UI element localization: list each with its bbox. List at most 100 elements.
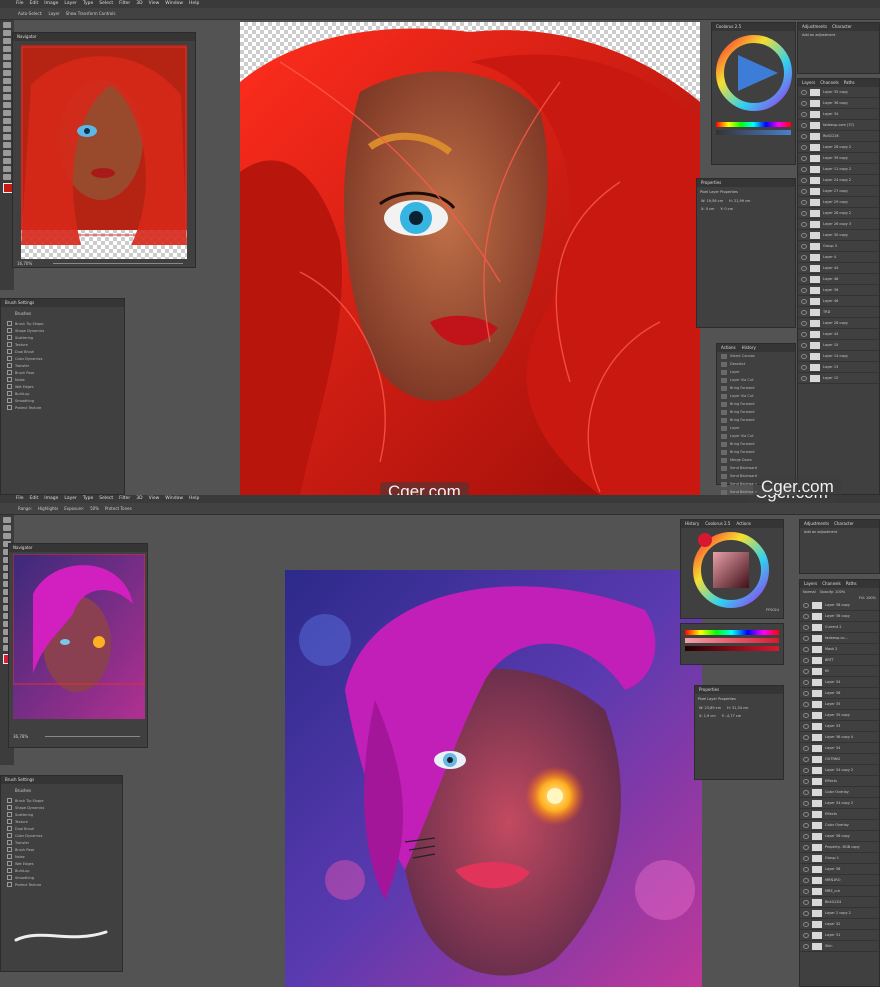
menu-layer-b[interactable]: Layer bbox=[64, 495, 77, 503]
brush-option[interactable]: Noise bbox=[1, 853, 122, 860]
brush-option-checkbox[interactable] bbox=[7, 377, 12, 382]
visibility-eye-icon[interactable] bbox=[801, 177, 807, 183]
history-state[interactable]: Layer Via Cut bbox=[717, 376, 795, 384]
brush-option-checkbox[interactable] bbox=[7, 363, 12, 368]
brush-option[interactable]: Brush Tip Shape bbox=[1, 797, 122, 804]
brush-option-checkbox[interactable] bbox=[7, 833, 12, 838]
layer-row[interactable]: Layer 36 copy bbox=[800, 831, 879, 842]
lasso-tool-icon-b[interactable] bbox=[3, 533, 11, 539]
visibility-eye-icon[interactable] bbox=[803, 712, 809, 718]
menu-layer[interactable]: Layer bbox=[64, 0, 77, 8]
layer-row[interactable]: Rb0222K bbox=[798, 131, 879, 142]
properties-w[interactable]: W: 19,56 cm bbox=[701, 199, 723, 203]
layer-row[interactable]: Layer 12 bbox=[798, 373, 879, 384]
menu-image[interactable]: Image bbox=[44, 0, 58, 8]
visibility-eye-icon[interactable] bbox=[803, 866, 809, 872]
history-state[interactable]: Bring Forward bbox=[717, 416, 795, 424]
brush-tool-icon[interactable] bbox=[3, 78, 11, 84]
brush-option-checkbox[interactable] bbox=[7, 840, 12, 845]
brush-option[interactable]: Build-up bbox=[1, 390, 124, 397]
layers-tab[interactable]: Layers bbox=[802, 79, 815, 87]
menu-window[interactable]: Window bbox=[165, 0, 183, 8]
layer-row[interactable]: Layer 15 bbox=[798, 340, 879, 351]
visibility-eye-icon[interactable] bbox=[803, 811, 809, 817]
color-wheel-icon[interactable] bbox=[714, 33, 794, 113]
brush-option-checkbox[interactable] bbox=[7, 349, 12, 354]
history-state[interactable]: Deselect bbox=[717, 360, 795, 368]
adjustments-tab[interactable]: Adjustments bbox=[802, 23, 827, 31]
layer-row[interactable]: Color Overlay bbox=[800, 787, 879, 798]
layer-row[interactable]: Layer 11 copy 2 bbox=[798, 164, 879, 175]
properties-y[interactable]: Y: 0 cm bbox=[720, 207, 733, 211]
visibility-eye-icon[interactable] bbox=[803, 833, 809, 839]
layer-row[interactable]: Layer 28 copy 2 bbox=[798, 142, 879, 153]
brush-option-checkbox[interactable] bbox=[7, 812, 12, 817]
visibility-eye-icon[interactable] bbox=[803, 679, 809, 685]
brush-option-checkbox[interactable] bbox=[7, 398, 12, 403]
history-state[interactable]: Layer bbox=[717, 368, 795, 376]
layer-row[interactable]: Layer 36 copy bbox=[800, 611, 879, 622]
history-state[interactable]: Layer bbox=[717, 424, 795, 432]
coolorus-tab-b[interactable]: Coolorus 2.5 bbox=[705, 520, 730, 528]
menu-type-b[interactable]: Type bbox=[83, 495, 93, 503]
visibility-eye-icon[interactable] bbox=[801, 287, 807, 293]
layer-row[interactable]: Layer 36 bbox=[800, 864, 879, 875]
brush-option-checkbox[interactable] bbox=[7, 342, 12, 347]
brush-option-checkbox[interactable] bbox=[7, 328, 12, 333]
layer-row[interactable]: Effects bbox=[800, 809, 879, 820]
history-state[interactable]: Bring Forward bbox=[717, 408, 795, 416]
menu-filter-b[interactable]: Filter bbox=[119, 495, 130, 503]
visibility-eye-icon[interactable] bbox=[801, 89, 807, 95]
layer-row[interactable]: Layer 34 copy 2 bbox=[800, 765, 879, 776]
layer-row[interactable]: fadeeup.co... bbox=[800, 633, 879, 644]
visibility-eye-icon[interactable] bbox=[801, 276, 807, 282]
layer-row[interactable]: Bk4G2Z4 bbox=[800, 897, 879, 908]
brush-option[interactable]: Build-up bbox=[1, 867, 122, 874]
layer-row[interactable]: Layer 33 bbox=[800, 721, 879, 732]
actions-tab-b[interactable]: Actions bbox=[736, 520, 751, 528]
visibility-eye-icon[interactable] bbox=[803, 921, 809, 927]
hue-slider[interactable] bbox=[716, 122, 791, 127]
adjustments-tab-b[interactable]: Adjustments bbox=[804, 520, 829, 528]
history-state[interactable]: Send Backward bbox=[717, 464, 795, 472]
navigator-zoom-b[interactable]: 36,78% bbox=[13, 734, 28, 739]
character-tab[interactable]: Character bbox=[832, 23, 852, 31]
layer-row[interactable]: MRN1RO bbox=[800, 875, 879, 886]
visibility-eye-icon[interactable] bbox=[801, 331, 807, 337]
value-slider-b[interactable] bbox=[685, 646, 779, 651]
channels-tab[interactable]: Channels bbox=[820, 79, 839, 87]
brush-option[interactable]: Transfer bbox=[1, 839, 122, 846]
visibility-eye-icon[interactable] bbox=[801, 243, 807, 249]
brush-option[interactable]: Shape Dynamics bbox=[1, 327, 124, 334]
menu-image-b[interactable]: Image bbox=[44, 495, 58, 503]
menu-type[interactable]: Type bbox=[83, 0, 93, 8]
properties-x[interactable]: X: 0 cm bbox=[701, 207, 714, 211]
type-tool-icon[interactable] bbox=[3, 142, 11, 148]
visibility-eye-icon[interactable] bbox=[803, 602, 809, 608]
properties-w-b[interactable]: W: 23,89 cm bbox=[699, 706, 721, 710]
marquee-tool-icon[interactable] bbox=[3, 30, 11, 36]
brushes-button-b[interactable]: Brushes bbox=[15, 788, 108, 793]
shape-tool-icon[interactable] bbox=[3, 158, 11, 164]
layer-row[interactable]: Layer 24 copy 2 bbox=[798, 175, 879, 186]
properties-x-b[interactable]: X: 1,9 cm bbox=[699, 714, 716, 718]
brush-option-checkbox[interactable] bbox=[7, 335, 12, 340]
menu-help-b[interactable]: Help bbox=[189, 495, 199, 503]
layer-row[interactable]: Layer 36 copy bbox=[798, 98, 879, 109]
brush-option-checkbox[interactable] bbox=[7, 868, 12, 873]
layer-row[interactable]: Current 2 bbox=[800, 622, 879, 633]
navigator-zoom-slider[interactable] bbox=[53, 263, 183, 264]
visibility-eye-icon[interactable] bbox=[803, 822, 809, 828]
layer-row[interactable]: Mask 2 bbox=[800, 644, 879, 655]
layers-tab-b[interactable]: Layers bbox=[804, 580, 817, 588]
pen-tool-icon[interactable] bbox=[3, 134, 11, 140]
visibility-eye-icon[interactable] bbox=[803, 745, 809, 751]
properties-h[interactable]: H: 21,99 cm bbox=[729, 199, 750, 203]
brush-option-checkbox[interactable] bbox=[7, 321, 12, 326]
range-select[interactable]: Highlights bbox=[38, 506, 58, 511]
visibility-eye-icon[interactable] bbox=[803, 624, 809, 630]
history-state[interactable]: Select Canvas bbox=[717, 352, 795, 360]
layer-row[interactable]: Layer 2 copy 2 bbox=[800, 908, 879, 919]
brush-option[interactable]: Smoothing bbox=[1, 397, 124, 404]
brush-option[interactable]: Protect Texture bbox=[1, 404, 124, 411]
